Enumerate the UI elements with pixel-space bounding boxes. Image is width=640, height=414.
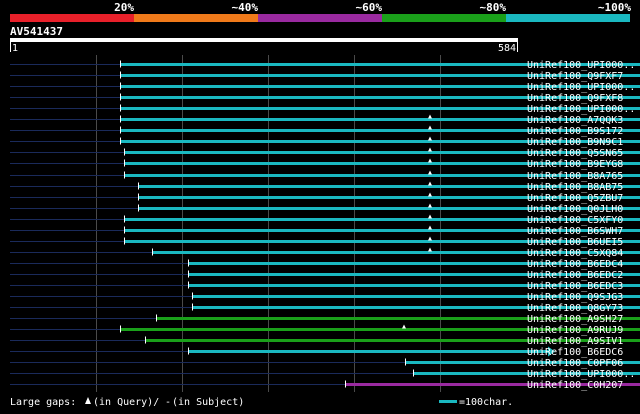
hit-label[interactable]: UniRef100_B6EDC6 <box>527 347 623 358</box>
hit-label[interactable]: UniRef100_B9EYG8 <box>527 159 623 170</box>
hit-label[interactable]: UniRef100_C0H207 <box>527 380 623 391</box>
hit-label[interactable]: UniRef100_Q9FXF7 <box>527 71 623 82</box>
hit-label[interactable]: UniRef100_C5XFY0 <box>527 215 623 226</box>
large-gaps-label: Large gaps: <box>10 397 76 408</box>
length-legend-text: =100char. <box>459 397 513 408</box>
hit-label[interactable]: UniRef100_B6EDC3 <box>527 281 623 292</box>
hit-label[interactable]: UniRef100_B6UEI5 <box>527 237 623 248</box>
hit-label[interactable]: UniRef100_C0PF06 <box>527 358 623 369</box>
scale-segment <box>506 14 630 22</box>
identity-color-scale <box>10 14 630 22</box>
hit-label[interactable]: UniRef100_B6SWH7 <box>527 226 623 237</box>
hit-label[interactable]: UniRef100_A9SH27 <box>527 314 623 325</box>
hit-label[interactable]: UniRef100_UPI000.. <box>527 369 635 380</box>
alignment-chart: 20% ~40% ~60% ~80% ~100% AV541437 1 584 … <box>0 0 640 410</box>
hit-label[interactable]: UniRef100_Q0JLH0 <box>527 204 623 215</box>
hit-label[interactable]: UniRef100_Q9SJG3 <box>527 292 623 303</box>
length-legend-bar <box>439 400 457 403</box>
hit-label[interactable]: UniRef100_Q8GY73 <box>527 303 623 314</box>
scale-label-60: ~60% <box>356 1 383 14</box>
hit-label[interactable]: UniRef100_B6EDC4 <box>527 259 623 270</box>
hit-label[interactable]: UniRef100_UPI000.. <box>527 104 635 115</box>
hit-label[interactable]: UniRef100_Q5ZBU7 <box>527 193 623 204</box>
hit-label[interactable]: UniRef100_Q9FXF8 <box>527 93 623 104</box>
query-start-label: 1 <box>12 43 18 54</box>
hit-label[interactable]: UniRef100_A9RUJ9 <box>527 325 623 336</box>
hit-label[interactable]: UniRef100_UPI000.. <box>527 60 635 71</box>
hit-label[interactable]: UniRef100_B8A765 <box>527 171 623 182</box>
scale-segment <box>382 14 506 22</box>
hit-label[interactable]: UniRef100_C5XQ84 <box>527 248 623 259</box>
query-id: AV541437 <box>10 25 63 38</box>
scale-label-20: 20% <box>114 1 134 14</box>
hit-label[interactable]: UniRef100_UPI000.. <box>527 82 635 93</box>
scale-segment <box>258 14 382 22</box>
hit-label[interactable]: UniRef100_B8AB75 <box>527 182 623 193</box>
scale-label-80: ~80% <box>480 1 507 14</box>
hit-label[interactable]: UniRef100_A9SIV1 <box>527 336 623 347</box>
query-gap-text: (in Query)/ <box>93 397 159 408</box>
hit-label[interactable]: UniRef100_Q5SN65 <box>527 148 623 159</box>
subject-gap-symbol: - <box>165 397 171 408</box>
hit-label[interactable]: UniRef100_A7QQK3 <box>527 115 623 126</box>
hit-bar[interactable] <box>189 350 548 353</box>
scale-segment <box>10 14 134 22</box>
hit-label[interactable]: UniRef100_B9S172 <box>527 126 623 137</box>
query-end-label: 584 <box>498 43 516 54</box>
query-bar <box>10 38 518 42</box>
hit-label[interactable]: UniRef100_B6EDC2 <box>527 270 623 281</box>
subject-gap-text: (in Subject) <box>172 397 244 408</box>
scale-label-40: ~40% <box>232 1 259 14</box>
scale-label-100: ~100% <box>598 1 631 14</box>
alignment-overview: 20% ~40% ~60% ~80% ~100% AV541437 1 584 … <box>0 0 640 410</box>
hit-label[interactable]: UniRef100_B9N9C1 <box>527 137 623 148</box>
scale-segment <box>134 14 258 22</box>
